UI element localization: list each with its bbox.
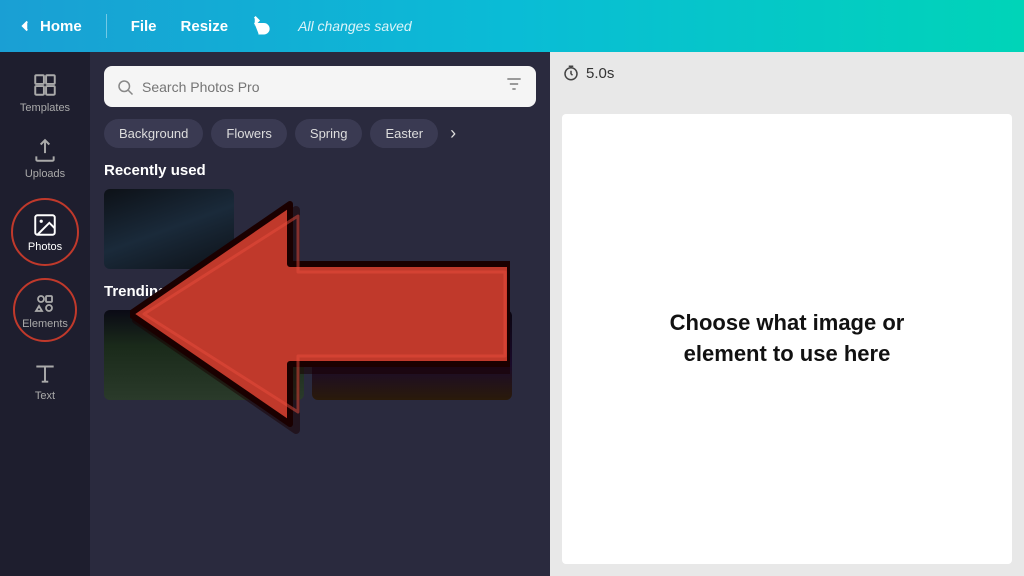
trending-header: Trending <box>104 283 536 300</box>
sidebar-photos-label: Photos <box>28 241 62 253</box>
recently-used-header: Recently used <box>104 162 536 179</box>
sidebar-text-label: Text <box>35 390 55 402</box>
canvas-area: 5.0s Choose what image or element to use… <box>550 52 1024 576</box>
chip-easter[interactable]: Easter <box>370 119 438 148</box>
timer-value: 5.0s <box>586 65 614 82</box>
chip-spring[interactable]: Spring <box>295 119 363 148</box>
chips-more-button[interactable]: › <box>446 119 460 148</box>
sidebar-item-elements[interactable]: Elements <box>13 278 77 342</box>
autosave-status: All changes saved <box>298 18 412 34</box>
undo-button[interactable] <box>252 15 274 37</box>
search-input[interactable] <box>142 79 496 95</box>
canvas-white-area: Choose what image or element to use here <box>562 114 1012 564</box>
file-menu[interactable]: File <box>131 18 157 35</box>
chip-flowers[interactable]: Flowers <box>211 119 287 148</box>
sidebar-uploads-label: Uploads <box>25 168 65 180</box>
topbar: Home File Resize All changes saved <box>0 0 1024 52</box>
home-label: Home <box>40 18 82 35</box>
resize-menu[interactable]: Resize <box>181 18 229 35</box>
sidebar-item-uploads[interactable]: Uploads <box>0 128 90 190</box>
sidebar-item-photos[interactable]: Photos <box>11 198 79 266</box>
main-layout: Templates Uploads Photos <box>0 52 1024 576</box>
filter-button[interactable] <box>504 74 524 99</box>
trending-thumb-2[interactable] <box>312 310 512 400</box>
home-button[interactable]: Home <box>16 17 82 35</box>
sidebar: Templates Uploads Photos <box>0 52 90 576</box>
timer-icon <box>562 64 580 82</box>
sidebar-templates-label: Templates <box>20 102 70 114</box>
trending-row <box>104 310 536 400</box>
chip-background[interactable]: Background <box>104 119 203 148</box>
timer-display: 5.0s <box>562 64 1012 82</box>
canvas-instruction: Choose what image or element to use here <box>647 308 927 370</box>
topbar-separator <box>106 14 107 38</box>
recently-thumb-1[interactable] <box>104 189 234 269</box>
search-icon <box>116 78 134 96</box>
sidebar-elements-label: Elements <box>22 318 68 330</box>
sidebar-item-templates[interactable]: Templates <box>0 62 90 124</box>
category-chips: Background Flowers Spring Easter › <box>104 119 536 148</box>
photos-panel: Background Flowers Spring Easter › Recen… <box>90 52 550 576</box>
trending-thumb-1[interactable] <box>104 310 304 400</box>
recently-used-row <box>104 189 536 269</box>
search-bar <box>104 66 536 107</box>
sidebar-item-text[interactable]: Text <box>0 350 90 412</box>
